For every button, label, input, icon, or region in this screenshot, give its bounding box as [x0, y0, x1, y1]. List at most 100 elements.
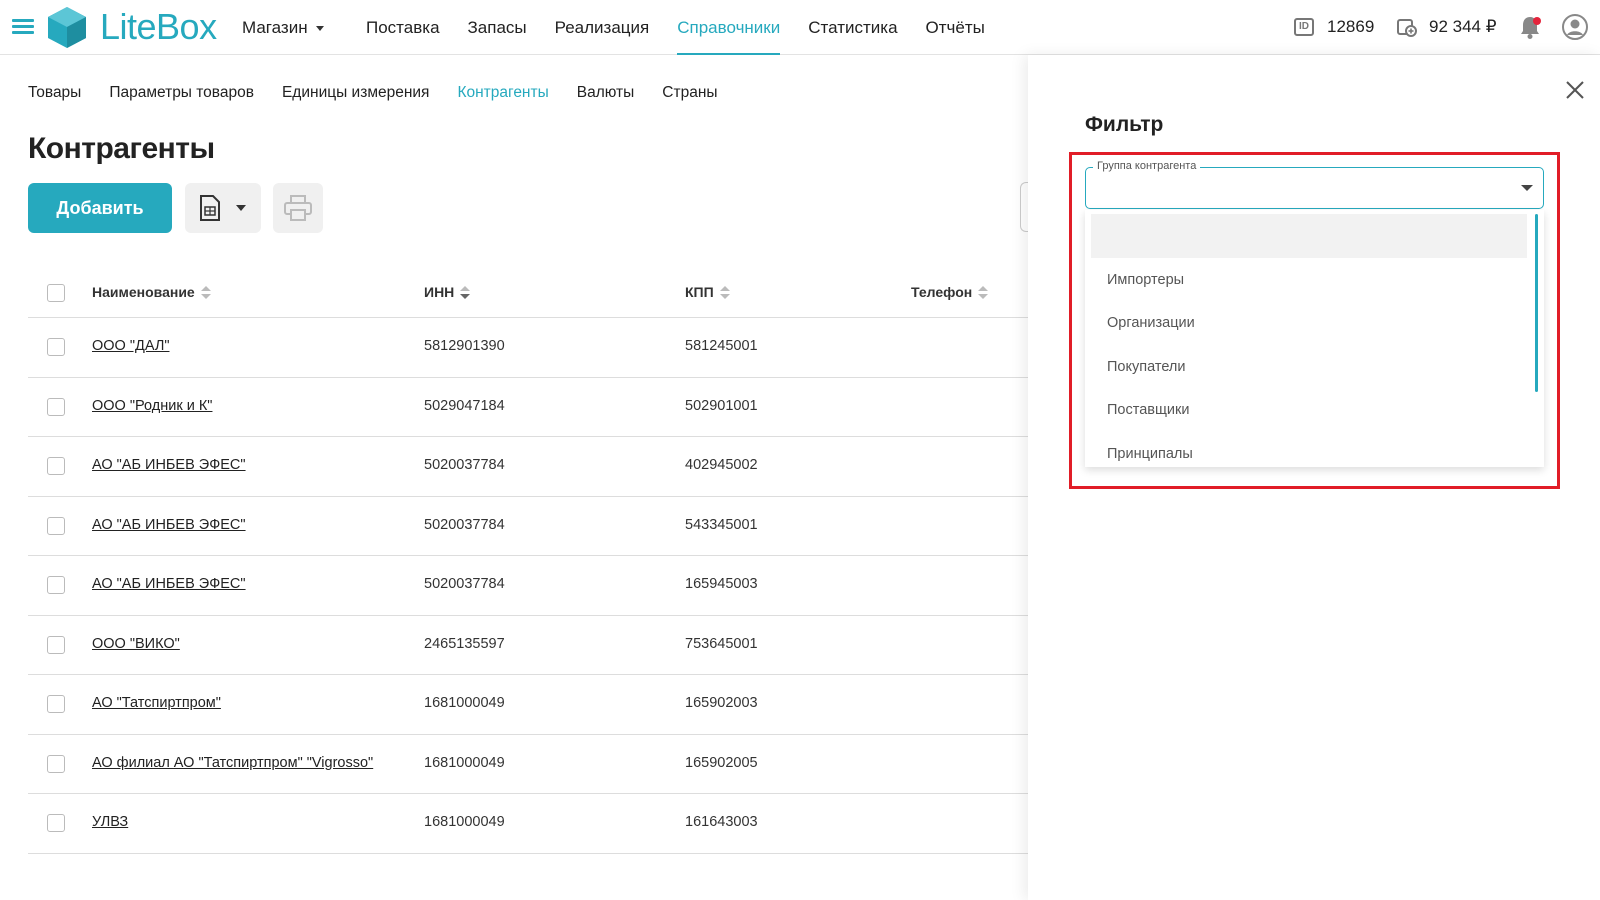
column-name-label: Наименование [92, 284, 195, 300]
inn-cell: 1681000049 [424, 754, 505, 771]
dropdown-scrollbar[interactable] [1535, 214, 1538, 392]
chevron-down-icon [236, 205, 246, 211]
balance[interactable]: 92 344 ₽ [1429, 17, 1497, 37]
dropdown-option-suppliers[interactable]: Поставщики [1107, 402, 1189, 418]
dropdown-option-organizations[interactable]: Организации [1107, 315, 1195, 331]
table-row[interactable]: АО "АБ ИНБЕВ ЭФЕС" 5020037784 165945003 [28, 556, 1028, 616]
inn-cell: 5029047184 [424, 397, 505, 414]
table-row[interactable]: ООО "ДАЛ" 5812901390 581245001 [28, 318, 1028, 378]
add-button[interactable]: Добавить [28, 183, 172, 233]
table-row[interactable]: ООО "ВИКО" 2465135597 753645001 [28, 616, 1028, 675]
store-select-label: Магазин [242, 18, 308, 37]
sort-icon [200, 286, 211, 300]
column-header-inn[interactable]: ИНН [424, 284, 471, 300]
menu-icon[interactable] [12, 19, 34, 35]
column-header-kpp[interactable]: КПП [685, 284, 730, 300]
nav-item-reports[interactable]: Отчёты [926, 0, 985, 55]
export-button[interactable] [185, 183, 261, 233]
contractor-name-link[interactable]: АО "Татспиртпром" [92, 695, 221, 711]
row-checkbox[interactable] [47, 754, 65, 773]
contractor-name-link[interactable]: УЛВЗ [92, 814, 128, 830]
contractors-table: Наименование ИНН КПП Телефон ООО "ДАЛ" 58… [28, 268, 1028, 854]
store-select[interactable]: Магазин [242, 18, 324, 38]
contractor-name-link[interactable]: АО "АБ ИНБЕВ ЭФЕС" [92, 576, 246, 592]
litebox-logo-icon [48, 7, 86, 48]
brand-name[interactable]: LiteBox [100, 6, 217, 48]
contractor-name-link[interactable]: АО "АБ ИНБЕВ ЭФЕС" [92, 517, 246, 533]
column-kpp-label: КПП [685, 284, 714, 300]
print-button[interactable] [273, 183, 323, 233]
inn-cell: 5812901390 [424, 338, 505, 354]
nav-item-sales[interactable]: Реализация [555, 0, 650, 55]
contractor-group-label: Группа контрагента [1093, 160, 1201, 172]
kpp-cell: 402945002 [685, 457, 758, 473]
subnav-item-goods-params[interactable]: Параметры товаров [109, 84, 254, 102]
row-checkbox[interactable] [47, 576, 65, 594]
dropdown-option-principals[interactable]: Принципалы [1107, 446, 1193, 462]
user-id: 12869 [1327, 17, 1375, 36]
notification-badge [1533, 17, 1541, 25]
column-header-name[interactable]: Наименование [92, 284, 211, 300]
contractor-name-link[interactable]: ООО "Родник и К" [92, 398, 212, 414]
column-inn-label: ИНН [424, 284, 455, 300]
chevron-down-icon[interactable] [1521, 185, 1533, 191]
close-icon[interactable] [1564, 79, 1586, 101]
inn-cell: 5020037784 [424, 457, 505, 473]
column-header-phone[interactable]: Телефон [911, 284, 989, 300]
table-row[interactable]: УЛВЗ 1681000049 161643003 [28, 794, 1028, 854]
table-row[interactable]: АО "АБ ИНБЕВ ЭФЕС" 5020037784 402945002 [28, 437, 1028, 497]
inn-cell: 5020037784 [424, 576, 505, 592]
row-checkbox[interactable] [47, 635, 65, 654]
subnav-item-countries[interactable]: Страны [662, 84, 717, 102]
row-checkbox[interactable] [47, 338, 65, 356]
inn-cell: 1681000049 [424, 695, 505, 711]
contractor-name-link[interactable]: ООО "ДАЛ" [92, 338, 169, 354]
row-checkbox[interactable] [47, 397, 65, 416]
kpp-cell: 581245001 [685, 338, 758, 354]
printer-icon [284, 195, 312, 221]
user-avatar-icon[interactable] [1562, 14, 1588, 40]
kpp-cell: 165945003 [685, 576, 758, 592]
table-row[interactable]: ООО "Родник и К" 5029047184 502901001 [28, 378, 1028, 437]
inn-cell: 5020037784 [424, 516, 505, 533]
table-row[interactable]: АО "АБ ИНБЕВ ЭФЕС" 5020037784 543345001 [28, 497, 1028, 556]
inn-cell: 1681000049 [424, 814, 505, 830]
row-checkbox[interactable] [47, 457, 65, 475]
contractor-name-link[interactable]: ООО "ВИКО" [92, 636, 180, 652]
spreadsheet-file-icon [200, 195, 220, 221]
row-checkbox[interactable] [47, 516, 65, 535]
subnav-item-units[interactable]: Единицы измерения [282, 84, 429, 102]
filter-panel: Фильтр Группа контрагента Импортеры Орга… [1028, 55, 1600, 900]
page-title: Контрагенты [28, 132, 215, 165]
nav-item-stock[interactable]: Запасы [468, 0, 527, 55]
table-row[interactable]: АО филиал АО "Татспиртпром" "Vigrosso" 16… [28, 735, 1028, 794]
subnav-item-contractors[interactable]: Контрагенты [457, 84, 548, 102]
nav-item-statistics[interactable]: Статистика [808, 0, 897, 55]
dropdown-option-empty[interactable] [1091, 214, 1527, 258]
inn-cell: 2465135597 [424, 635, 505, 652]
sort-icon [460, 286, 471, 300]
table-row[interactable]: АО "Татспиртпром" 1681000049 165902003 [28, 675, 1028, 735]
row-checkbox[interactable] [47, 814, 65, 832]
contractor-name-link[interactable]: АО "АБ ИНБЕВ ЭФЕС" [92, 457, 246, 473]
table-body: ООО "ДАЛ" 5812901390 581245001 ООО "Родник … [28, 318, 1028, 854]
subnav-item-goods[interactable]: Товары [28, 84, 81, 102]
contractor-group-select[interactable] [1085, 167, 1544, 209]
subnav-item-currencies[interactable]: Валюты [577, 84, 635, 102]
filter-title: Фильтр [1085, 113, 1164, 136]
group-dropdown-list: Импортеры Организации Покупатели Поставщ… [1085, 210, 1544, 467]
main-nav: Поставка Запасы Реализация Справочники С… [366, 0, 1013, 55]
row-checkbox[interactable] [47, 695, 65, 713]
sort-icon [719, 286, 730, 300]
nav-item-delivery[interactable]: Поставка [366, 0, 440, 55]
dropdown-option-buyers[interactable]: Покупатели [1107, 359, 1185, 375]
column-phone-label: Телефон [911, 284, 973, 300]
nav-item-references[interactable]: Справочники [677, 0, 781, 55]
kpp-cell: 161643003 [685, 814, 758, 830]
sub-nav: Товары Параметры товаров Единицы измерен… [28, 84, 746, 102]
dropdown-option-importers[interactable]: Импортеры [1107, 272, 1184, 288]
select-all-checkbox[interactable] [47, 284, 65, 302]
kpp-cell: 502901001 [685, 397, 758, 414]
contractor-name-link[interactable]: АО филиал АО "Татспиртпром" "Vigrosso" [92, 755, 373, 771]
chevron-down-icon [315, 26, 324, 32]
